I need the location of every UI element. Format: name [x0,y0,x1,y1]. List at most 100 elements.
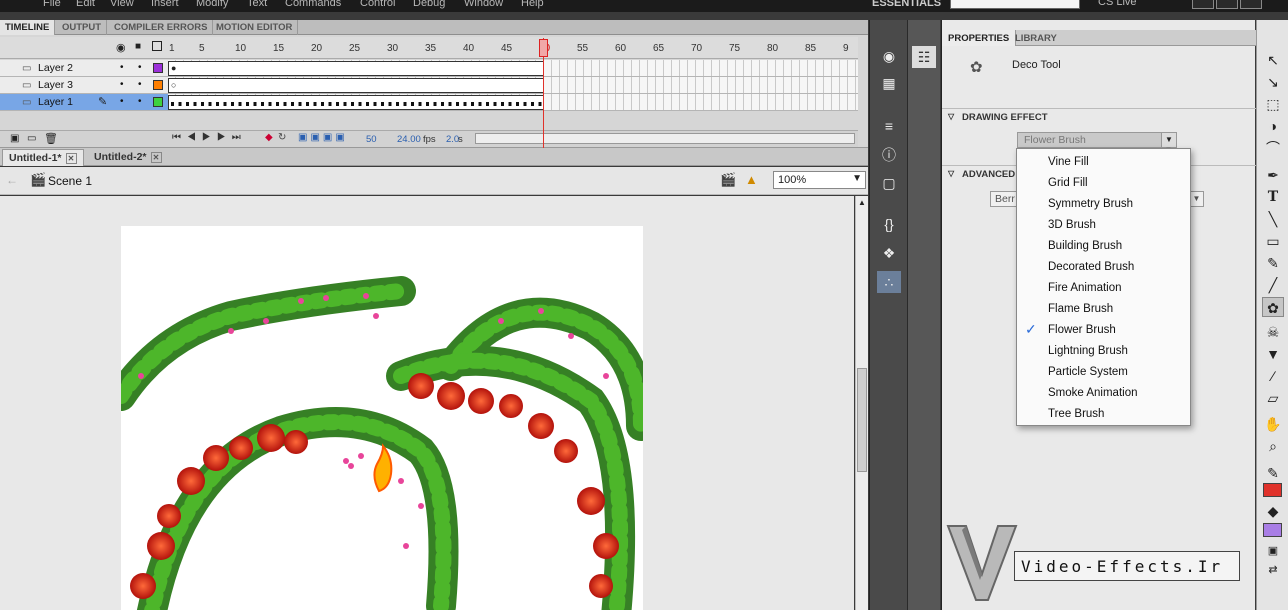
tab-motion-editor[interactable]: MOTION EDITOR [211,20,299,35]
edit-symbols-icon[interactable]: ▲ [745,172,758,187]
tab-compiler-errors[interactable]: COMPILER ERRORS [109,20,214,35]
close-icon[interactable]: ✕ [65,153,77,164]
swap-colors-icon[interactable]: ⇄ [1262,560,1284,580]
paint-bucket-tool-icon[interactable]: ▼ [1262,344,1284,364]
keyframe-span[interactable]: ● [168,61,544,76]
eye-icon[interactable]: ◉ [116,41,126,54]
lock-dot[interactable]: • [138,96,142,107]
3d-rotation-tool-icon[interactable]: ◑ [1262,116,1284,136]
back-arrow-icon[interactable]: ← [6,173,18,187]
pencil-tool-icon[interactable]: ✎ [1262,253,1284,273]
layer-row-layer-2[interactable]: ▭ Layer 2 • • ● [0,60,858,77]
layer-row-layer-3[interactable]: ▭ Layer 3 • • ○ [0,77,858,94]
menu-item-symmetry-brush[interactable]: Symmetry Brush [1017,194,1190,215]
hand-tool-icon[interactable]: ✋ [1262,414,1284,434]
pen-tool-icon[interactable]: ✒ [1262,165,1284,185]
tab-untitled-2[interactable]: Untitled-2* ✕ [88,149,168,166]
tab-properties[interactable]: PROPERTIES [942,30,1017,46]
close-icon[interactable]: ✕ [150,152,162,163]
outline-icon[interactable] [152,41,162,51]
layer-row-layer-1[interactable]: ▭ Layer 1 ✎ • • [0,94,858,111]
layer-color-swatch[interactable] [153,63,163,73]
restore-button[interactable] [1216,0,1238,9]
edit-scene-icon[interactable]: 🎬 [720,172,736,188]
menu-item-flower-brush[interactable]: ✓ Flower Brush [1017,320,1190,341]
eraser-tool-icon[interactable]: ▱ [1262,388,1284,408]
menu-item-grid-fill[interactable]: Grid Fill [1017,173,1190,194]
trash-icon[interactable]: 🗑 [44,132,58,145]
components-icon[interactable]: ❖ [877,242,901,264]
visibility-dot[interactable]: • [120,96,124,107]
cs-live-button[interactable]: CS Live [1098,0,1137,8]
black-white-icon[interactable]: ▣ [1262,541,1284,561]
info-panel-icon[interactable]: ⓘ [877,144,901,166]
menu-debug[interactable]: Debug [413,0,445,9]
layer-name[interactable]: Layer 2 [38,62,73,74]
scroll-thumb[interactable] [857,368,867,472]
menu-modify[interactable]: Modify [196,0,228,9]
keyframe-span[interactable] [168,95,544,110]
keyframe-span[interactable]: ○ [168,78,544,93]
menu-item-flame-brush[interactable]: Flame Brush [1017,299,1190,320]
menu-item-tree-brush[interactable]: Tree Brush [1017,404,1190,425]
minimize-button[interactable] [1192,0,1214,9]
lock-dot[interactable]: • [138,62,142,73]
deco-tool-icon[interactable]: ✿ [1262,297,1284,317]
layer-name[interactable]: Layer 3 [38,79,73,91]
brush-tool-icon[interactable]: ╱ [1262,275,1284,295]
menu-item-particle-system[interactable]: Particle System [1017,362,1190,383]
bone-tool-icon[interactable]: ☠ [1262,322,1284,342]
transform-panel-icon[interactable]: ▢ [877,172,901,194]
playback-controls[interactable]: ⏮◀▶▶⏭ [172,132,247,143]
menu-item-lightning-brush[interactable]: Lightning Brush [1017,341,1190,362]
swatches-panel-icon[interactable]: ▦ [877,72,901,94]
tab-output[interactable]: OUTPUT [57,20,108,35]
text-tool-icon[interactable]: T [1262,187,1284,207]
zoom-tool-icon[interactable]: ⌕ [1262,436,1284,456]
fps-readout[interactable]: 24.00 [397,134,421,145]
selection-tool-icon[interactable]: ↖ [1262,50,1284,70]
menu-text[interactable]: Text [247,0,267,9]
timeline-scrollbar[interactable] [475,133,855,144]
fill-color-swatch[interactable] [1263,523,1282,537]
current-frame-readout[interactable]: 50 [366,134,377,145]
menu-item-3d-brush[interactable]: 3D Brush [1017,215,1190,236]
loop-icon[interactable]: ↻ [278,132,286,143]
close-button[interactable] [1240,0,1262,9]
code-snippets-icon[interactable]: {} [877,213,901,235]
lock-dot[interactable]: • [138,79,142,90]
drawing-effect-select[interactable]: Flower Brush ▼ [1017,132,1177,148]
onion-skin-icons[interactable]: ▣▣▣▣ [298,132,348,143]
library-panel-icon[interactable]: ☷ [912,46,936,68]
align-panel-icon[interactable]: ≡ [877,115,901,137]
menu-item-fire-animation[interactable]: Fire Animation [1017,278,1190,299]
menu-commands[interactable]: Commands [285,0,341,9]
new-layer-icon[interactable]: ▣ [10,133,19,144]
menu-item-decorated-brush[interactable]: Decorated Brush [1017,257,1190,278]
drawing-effect-header[interactable]: ▽ DRAWING EFFECT [942,108,1256,125]
menu-help[interactable]: Help [521,0,544,9]
search-input[interactable] [950,0,1080,9]
zoom-select[interactable]: 100% ▼ [773,171,866,189]
rectangle-tool-icon[interactable]: ▭ [1262,231,1284,251]
center-frame-icon[interactable]: ◆ [265,132,273,143]
free-transform-tool-icon[interactable]: ⬚ [1262,94,1284,114]
menu-item-building-brush[interactable]: Building Brush [1017,236,1190,257]
stage[interactable] [106,226,656,610]
layer-color-swatch[interactable] [153,97,163,107]
lock-icon[interactable]: ■ [135,41,141,52]
layer-color-swatch[interactable] [153,80,163,90]
tab-untitled-1[interactable]: Untitled-1* ✕ [2,149,84,166]
menu-insert[interactable]: Insert [151,0,179,9]
tab-library[interactable]: LIBRARY [1009,30,1063,46]
lasso-tool-icon[interactable]: ⌒ [1262,138,1284,158]
scroll-up-icon[interactable]: ▲ [858,198,866,207]
color-panel-icon[interactable]: ◉ [877,45,901,67]
menu-view[interactable]: View [110,0,134,9]
menu-control[interactable]: Control [360,0,395,9]
workspace-switcher[interactable]: ESSENTIALS [872,0,941,9]
layer-name[interactable]: Layer 1 [38,96,73,108]
stroke-color-swatch[interactable] [1263,483,1282,497]
line-tool-icon[interactable]: ╲ [1262,209,1284,229]
menu-file[interactable]: File [43,0,61,9]
